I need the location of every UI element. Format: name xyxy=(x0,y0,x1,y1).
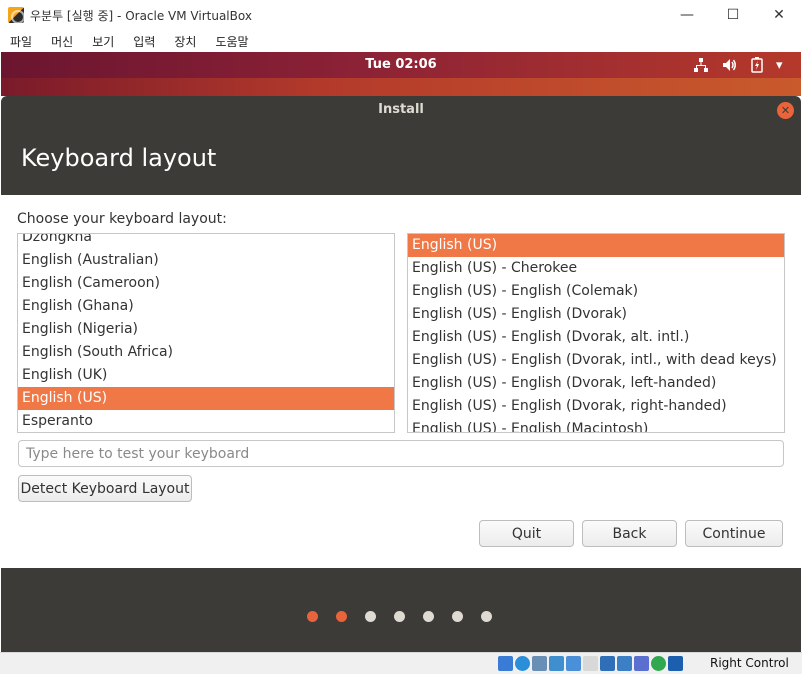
keyboard-test-input[interactable] xyxy=(18,440,784,467)
progress-dot xyxy=(452,611,463,622)
close-button[interactable]: ✕ xyxy=(756,0,802,30)
variant-item[interactable]: English (US) - English (Dvorak, intl., w… xyxy=(408,349,784,372)
installer-footer xyxy=(1,568,801,652)
installer-close-button[interactable]: ✕ xyxy=(777,102,794,119)
progress-dot xyxy=(336,611,347,622)
display-icon[interactable] xyxy=(600,656,615,671)
variant-item[interactable]: English (US) - English (Colemak) xyxy=(408,280,784,303)
progress-dot xyxy=(423,611,434,622)
menu-input[interactable]: 입력 xyxy=(133,33,155,50)
status-icons xyxy=(498,656,685,671)
volume-icon[interactable] xyxy=(721,56,737,74)
clock[interactable]: Tue 02:06 xyxy=(1,57,801,72)
layout-item[interactable]: English (US) xyxy=(18,387,394,410)
installer-title: Install xyxy=(378,102,424,117)
continue-button[interactable]: Continue xyxy=(685,520,783,547)
host-key-label: Right Control xyxy=(710,656,789,670)
usb-icon[interactable] xyxy=(566,656,581,671)
minimize-button[interactable]: — xyxy=(664,0,710,30)
variant-item[interactable]: English (US) - English (Dvorak) xyxy=(408,303,784,326)
layout-list[interactable]: Dzongkha English (Australian) English (Cam… xyxy=(17,233,395,433)
host-window-title: 우분투 [실행 중] - Oracle VM VirtualBox xyxy=(30,8,252,23)
mouse-integration-icon[interactable] xyxy=(651,656,666,671)
variant-item[interactable]: English (US) - English (Macintosh) xyxy=(408,418,784,432)
battery-icon[interactable] xyxy=(751,56,763,74)
audio-icon[interactable] xyxy=(532,656,547,671)
optical-drive-icon[interactable] xyxy=(515,656,530,671)
variant-item[interactable]: English (US) - Cherokee xyxy=(408,257,784,280)
menu-help[interactable]: 도움말 xyxy=(215,33,248,50)
layout-item[interactable]: English (Australian) xyxy=(18,249,394,272)
layout-item[interactable]: English (Nigeria) xyxy=(18,318,394,341)
network-icon[interactable] xyxy=(693,56,709,74)
back-button[interactable]: Back xyxy=(582,520,677,547)
host-statusbar: Right Control xyxy=(0,652,802,674)
hard-disk-icon[interactable] xyxy=(498,656,513,671)
progress-dot xyxy=(365,611,376,622)
layout-item[interactable]: Esperanto xyxy=(18,410,394,432)
layout-item[interactable]: Dzongkha xyxy=(18,234,394,249)
ubuntu-top-bar: Tue 02:06 ▾ xyxy=(1,52,801,78)
installer-titlebar: Install ✕ xyxy=(1,96,801,124)
progress-dot xyxy=(307,611,318,622)
installer-banner: Keyboard layout xyxy=(1,124,801,195)
variant-item[interactable]: English (US) - English (Dvorak, alt. int… xyxy=(408,326,784,349)
quit-button[interactable]: Quit xyxy=(479,520,574,547)
page-title: Keyboard layout xyxy=(21,144,217,172)
guest-display: Tue 02:06 ▾ Install ✕ Keyboard layout Ch… xyxy=(1,52,801,652)
progress-dot xyxy=(481,611,492,622)
video-capture-icon[interactable] xyxy=(617,656,632,671)
installer-window: Install ✕ Keyboard layout Choose your ke… xyxy=(1,96,801,652)
layout-item[interactable]: English (South Africa) xyxy=(18,341,394,364)
chevron-down-icon[interactable]: ▾ xyxy=(776,56,783,74)
variant-list[interactable]: English (US) English (US) - Cherokee Engli… xyxy=(407,233,785,433)
layout-item[interactable]: English (UK) xyxy=(18,364,394,387)
virtualbox-app-icon xyxy=(8,7,25,24)
shared-folder-icon[interactable] xyxy=(583,656,598,671)
layout-item[interactable]: English (Ghana) xyxy=(18,295,394,318)
menu-file[interactable]: 파일 xyxy=(10,33,32,50)
menu-view[interactable]: 보기 xyxy=(92,33,114,50)
variant-item[interactable]: English (US) xyxy=(408,234,784,257)
progress-dots xyxy=(307,611,510,622)
menu-devices[interactable]: 장치 xyxy=(174,33,196,50)
host-menubar: 파일 머신 보기 입력 장치 도움말 xyxy=(0,30,802,52)
variant-item[interactable]: English (US) - English (Dvorak, left-han… xyxy=(408,372,784,395)
cpu-virtualization-icon[interactable] xyxy=(634,656,649,671)
layout-item[interactable]: English (Cameroon) xyxy=(18,272,394,295)
host-key-arrow-icon[interactable] xyxy=(668,656,683,671)
maximize-button[interactable]: ☐ xyxy=(710,0,756,30)
menu-machine[interactable]: 머신 xyxy=(51,33,73,50)
network-adapter-icon[interactable] xyxy=(549,656,564,671)
progress-dot xyxy=(394,611,405,622)
layout-prompt: Choose your keyboard layout: xyxy=(17,211,227,227)
variant-item[interactable]: English (US) - English (Dvorak, right-ha… xyxy=(408,395,784,418)
detect-layout-button[interactable]: Detect Keyboard Layout xyxy=(18,475,192,502)
